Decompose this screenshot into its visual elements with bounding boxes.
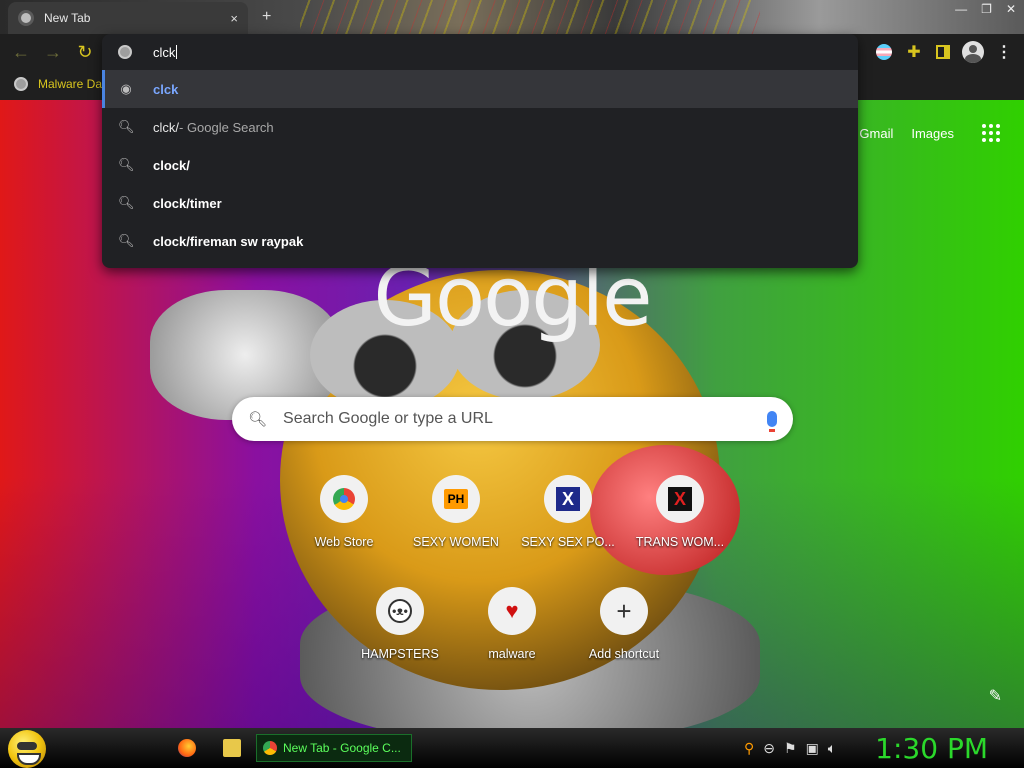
suggestion-text: clck/ [153, 119, 179, 135]
taskbar-clock[interactable]: 1:30 PM [875, 732, 988, 765]
plus-icon: + [616, 595, 632, 626]
task-label: New Tab - Google C... [283, 741, 401, 755]
shortcut-malware[interactable]: ♥ malware [456, 587, 568, 661]
shortcut-tile[interactable]: PH [432, 475, 480, 523]
browser-tab[interactable]: New Tab × [8, 2, 248, 34]
shortcut-trans-wom[interactable]: X TRANS WOM... [624, 475, 736, 549]
shortcut-label: Add shortcut [588, 647, 660, 661]
system-tray: ⚲ ⊖ ⚑ ▣ 🔈︎ [744, 740, 836, 757]
taskbar: New Tab - Google C... ⚲ ⊖ ⚑ ▣ 🔈︎ 1:30 PM [0, 728, 1024, 768]
x-icon: X [556, 487, 580, 511]
ph-icon: PH [444, 489, 468, 509]
hamster-icon: •ᴥ• [388, 599, 412, 623]
shortcut-web-store[interactable]: Web Store [288, 475, 400, 549]
magnifier-icon[interactable]: ⚲ [744, 740, 754, 757]
top-links: Gmail Images [859, 124, 1000, 142]
minimize-icon[interactable]: — [955, 2, 967, 16]
shortcut-tile[interactable]: + [600, 587, 648, 635]
folder-icon[interactable] [223, 739, 241, 757]
suggestion-text: clock/timer [153, 195, 222, 211]
microphone-icon[interactable] [767, 411, 777, 432]
shortcut-sexy-women[interactable]: PH SEXY WOMEN [400, 475, 512, 549]
taskbar-chrome-task[interactable]: New Tab - Google C... [256, 734, 412, 762]
shortcut-add[interactable]: + Add shortcut [568, 587, 680, 661]
shortcut-label: HAMPSTERS [361, 647, 439, 661]
shortcut-tile[interactable]: ♥ [488, 587, 536, 635]
search-icon: 🔍︎ [118, 195, 135, 210]
shortcut-sexy-sex-po[interactable]: X SEXY SEX PO... [512, 475, 624, 549]
suggestion-row[interactable]: 🔍︎ clock/timer [102, 184, 858, 222]
flag-extension-icon[interactable] [876, 44, 892, 60]
globe-icon [118, 45, 132, 59]
suggestion-row[interactable]: ◉ clck [102, 70, 858, 108]
forward-arrow-icon[interactable]: → [42, 42, 64, 64]
volume-icon[interactable]: 🔈︎ [828, 740, 836, 757]
suggestion-text: clock/fireman sw raypak [153, 233, 304, 249]
shortcut-label: TRANS WOM... [635, 535, 725, 549]
globe-icon: ◉ [120, 81, 132, 96]
side-panel-icon[interactable] [936, 45, 950, 59]
search-box[interactable]: 🔍︎ Search Google or type a URL [232, 397, 793, 441]
suggestion-row[interactable]: 🔍︎ clock/fireman sw raypak [102, 222, 858, 260]
search-placeholder[interactable]: Search Google or type a URL [283, 410, 767, 428]
profile-avatar-icon[interactable] [962, 41, 984, 63]
bookmark-label: Malware Da [38, 77, 103, 91]
globe-icon [14, 77, 28, 91]
search-icon: 🔍︎ [118, 119, 135, 134]
shortcut-tile[interactable]: •ᴥ• [376, 587, 424, 635]
omnibox[interactable]: clck [102, 34, 858, 70]
shortcut-label: malware [488, 647, 536, 661]
shortcut-tile[interactable]: X [544, 475, 592, 523]
suggestion-suffix: - Google Search [179, 119, 274, 135]
bookmark-malware[interactable]: Malware Da [14, 77, 102, 91]
text-cursor [176, 45, 178, 59]
web-store-icon [333, 488, 355, 510]
back-arrow-icon[interactable]: ← [10, 42, 32, 64]
suggestion-row[interactable]: 🔍︎ clck/ - Google Search [102, 108, 858, 146]
search-icon: 🔍︎ [118, 233, 135, 248]
theme-background [300, 0, 760, 34]
apps-grid-icon[interactable] [982, 124, 1000, 142]
customize-pencil-icon[interactable]: ✎ [989, 686, 1002, 706]
tab-title: New Tab [44, 11, 91, 25]
shortcut-label: SEXY WOMEN [413, 535, 499, 549]
tab-close-icon[interactable]: × [230, 11, 238, 26]
window-controls: — ❐ ✕ [955, 2, 1016, 16]
suggestion-row[interactable]: 🔍︎ clock/ [102, 146, 858, 184]
shortcut-tile[interactable] [320, 475, 368, 523]
omnibox-dropdown: clck ◉ clck 🔍︎ clck/ - Google Search 🔍︎ … [102, 34, 858, 268]
messenger-icon[interactable]: ⊖ [763, 740, 775, 757]
suggestion-text: clock/ [153, 157, 190, 173]
heart-icon: ♥ [505, 598, 519, 623]
gmail-link[interactable]: Gmail [859, 126, 893, 141]
chrome-icon [263, 741, 277, 755]
menu-kebab-icon[interactable]: ⋮ [996, 42, 1012, 62]
start-button-smiley-icon[interactable] [8, 730, 46, 768]
search-icon: 🔍︎ [248, 411, 268, 428]
network-icon[interactable]: ▣ [806, 740, 819, 757]
close-window-icon[interactable]: ✕ [1006, 2, 1016, 16]
search-icon: 🔍︎ [118, 157, 135, 172]
action-center-flag-icon[interactable]: ⚑ [784, 740, 797, 757]
tab-favicon-icon [18, 10, 34, 26]
shortcut-label: Web Store [314, 535, 374, 549]
firefox-icon[interactable] [178, 739, 196, 757]
toolbar-actions: ✚ ⋮ [876, 41, 1012, 63]
new-tab-button[interactable]: + [262, 8, 271, 26]
restore-icon[interactable]: ❐ [981, 2, 992, 16]
shortcut-tile[interactable]: X [656, 475, 704, 523]
shortcut-hampsters[interactable]: •ᴥ• HAMPSTERS [344, 587, 456, 661]
suggestion-text: clck [153, 81, 179, 97]
shortcut-label: SEXY SEX PO... [521, 535, 615, 549]
extensions-puzzle-icon[interactable]: ✚ [904, 42, 924, 62]
x-red-icon: X [668, 487, 692, 511]
reload-icon[interactable]: ↻ [74, 42, 96, 64]
images-link[interactable]: Images [911, 126, 954, 141]
omnibox-input[interactable]: clck [153, 45, 175, 60]
title-bar: New Tab × + — ❐ ✕ [0, 0, 1024, 34]
